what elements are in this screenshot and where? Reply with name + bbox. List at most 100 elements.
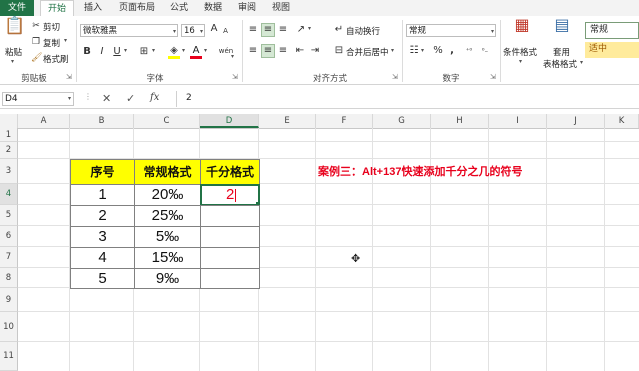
- conditional-dropdown-icon[interactable]: ▾: [519, 58, 522, 65]
- table-header-normal-format[interactable]: 常规格式: [134, 159, 201, 185]
- table-cell-normal[interactable]: 9‰: [134, 268, 201, 289]
- increase-decimal-icon[interactable]: ⁺⁰: [462, 45, 476, 57]
- table-cell-index[interactable]: 1: [70, 184, 135, 206]
- column-header-c[interactable]: C: [134, 114, 200, 128]
- row-header-4[interactable]: 4: [0, 184, 18, 205]
- font-size-select[interactable]: 16 ▾: [181, 24, 205, 37]
- tab-page-layout[interactable]: 页面布局: [114, 0, 160, 16]
- font-color-dropdown-icon[interactable]: ▾: [204, 47, 207, 54]
- decrease-decimal-icon[interactable]: ⁰₋: [478, 45, 492, 57]
- column-header-e[interactable]: E: [259, 114, 316, 128]
- column-header-b[interactable]: B: [70, 114, 134, 128]
- conditional-formatting-button[interactable]: 条件格式: [503, 46, 537, 58]
- table-cell-normal[interactable]: 20‰: [134, 184, 201, 206]
- alignment-launcher-icon[interactable]: ⇲: [392, 73, 398, 81]
- row-header-5[interactable]: 5: [0, 205, 18, 226]
- cancel-icon[interactable]: ✕: [102, 92, 111, 105]
- row-header-8[interactable]: 8: [0, 268, 18, 288]
- table-cell-index[interactable]: 2: [70, 205, 135, 227]
- row-header-3[interactable]: 3: [0, 159, 18, 184]
- shrink-font-icon[interactable]: A: [221, 25, 230, 37]
- font-name-select[interactable]: 微软雅黑 ▾: [80, 24, 178, 37]
- row-header-9[interactable]: 9: [0, 288, 18, 312]
- align-bottom-icon[interactable]: ≡: [277, 24, 289, 36]
- column-header-i[interactable]: I: [489, 114, 547, 128]
- underline-dropdown-icon[interactable]: ▾: [124, 47, 127, 54]
- paste-dropdown-icon[interactable]: ▾: [11, 58, 14, 65]
- accounting-dropdown-icon[interactable]: ▾: [421, 47, 424, 54]
- align-middle-icon[interactable]: ≡: [261, 23, 275, 37]
- table-cell-normal[interactable]: 25‰: [134, 205, 201, 227]
- row-header-1[interactable]: 1: [0, 128, 18, 142]
- tab-home[interactable]: 开始: [40, 0, 74, 16]
- fill-color-dropdown-icon[interactable]: ▾: [182, 47, 185, 54]
- accounting-format-icon[interactable]: ☷: [407, 45, 421, 57]
- table-cell-permille-active[interactable]: 2: [200, 184, 260, 206]
- table-cell-index[interactable]: 4: [70, 247, 135, 269]
- merge-center-icon[interactable]: ⊟: [333, 45, 345, 57]
- column-header-a[interactable]: A: [18, 114, 70, 128]
- font-color-icon[interactable]: A: [190, 46, 202, 59]
- align-top-icon[interactable]: ≡: [247, 24, 259, 36]
- border-icon[interactable]: ⊞: [138, 46, 150, 58]
- align-right-icon[interactable]: ≡: [277, 45, 289, 57]
- column-header-g[interactable]: G: [373, 114, 431, 128]
- tab-insert[interactable]: 插入: [80, 0, 106, 16]
- merge-dropdown-icon[interactable]: ▾: [391, 47, 394, 54]
- row-header-11[interactable]: 11: [0, 342, 18, 371]
- name-box[interactable]: D4 ▾: [2, 92, 74, 106]
- tab-data[interactable]: 数据: [200, 0, 226, 16]
- formula-input[interactable]: 2: [186, 93, 192, 103]
- decrease-indent-icon[interactable]: ⇤: [294, 45, 306, 57]
- cell-style-normal[interactable]: 常规: [585, 22, 639, 39]
- orientation-icon[interactable]: ↗: [294, 24, 308, 36]
- align-center-icon[interactable]: ≡: [261, 44, 275, 58]
- column-header-h[interactable]: H: [431, 114, 489, 128]
- clipboard-launcher-icon[interactable]: ⇲: [66, 73, 72, 81]
- row-header-2[interactable]: 2: [0, 142, 18, 159]
- table-cell-normal[interactable]: 5‰: [134, 226, 201, 248]
- column-header-k[interactable]: K: [605, 114, 639, 128]
- font-launcher-icon[interactable]: ⇲: [232, 73, 238, 81]
- enter-icon[interactable]: ✓: [126, 92, 135, 105]
- table-cell-permille[interactable]: [200, 205, 260, 227]
- row-header-7[interactable]: 7: [0, 247, 18, 268]
- column-header-f[interactable]: F: [316, 114, 373, 128]
- format-painter-button[interactable]: 格式刷: [43, 53, 69, 65]
- table-cell-permille[interactable]: [200, 247, 260, 269]
- tab-view[interactable]: 视图: [268, 0, 294, 16]
- table-cell-permille[interactable]: [200, 268, 260, 289]
- insert-function-icon[interactable]: fx: [150, 92, 159, 103]
- number-format-select[interactable]: 常规 ▾: [406, 24, 496, 37]
- grow-font-icon[interactable]: A: [209, 23, 219, 35]
- border-dropdown-icon[interactable]: ▾: [152, 47, 155, 54]
- copy-button[interactable]: 复制: [43, 37, 60, 49]
- underline-button[interactable]: U: [112, 46, 122, 58]
- orientation-dropdown-icon[interactable]: ▾: [308, 25, 311, 32]
- percent-style-button[interactable]: %: [432, 45, 444, 57]
- row-header-10[interactable]: 10: [0, 312, 18, 342]
- cut-button[interactable]: 剪切: [43, 21, 60, 33]
- table-cell-permille[interactable]: [200, 226, 260, 248]
- phonetic-dropdown-icon[interactable]: ▾: [231, 53, 234, 60]
- scissors-icon[interactable]: ✂: [31, 20, 41, 32]
- table-header-permille-format[interactable]: 千分格式: [200, 159, 260, 185]
- tab-formulas[interactable]: 公式: [166, 0, 192, 16]
- merge-center-button[interactable]: 合并后居中: [346, 46, 389, 58]
- copy-icon[interactable]: ❐: [31, 36, 41, 48]
- wrap-text-button[interactable]: 自动换行: [346, 25, 380, 37]
- row-header-6[interactable]: 6: [0, 226, 18, 247]
- cell-style-neutral[interactable]: 适中: [585, 42, 639, 58]
- bold-button[interactable]: B: [82, 46, 92, 58]
- paste-icon[interactable]: 📋: [4, 18, 25, 42]
- copy-dropdown-icon[interactable]: ▾: [64, 37, 67, 44]
- conditional-formatting-icon[interactable]: ▦: [511, 17, 533, 41]
- format-as-table-button[interactable]: 表格格式: [543, 58, 577, 70]
- select-all-corner[interactable]: [0, 114, 18, 128]
- format-as-table-label-1[interactable]: 套用: [553, 46, 570, 58]
- number-launcher-icon[interactable]: ⇲: [490, 73, 496, 81]
- table-cell-index[interactable]: 5: [70, 268, 135, 289]
- paste-button[interactable]: 粘贴: [5, 46, 22, 58]
- align-left-icon[interactable]: ≡: [247, 45, 259, 57]
- comma-style-button[interactable]: ,: [447, 45, 457, 57]
